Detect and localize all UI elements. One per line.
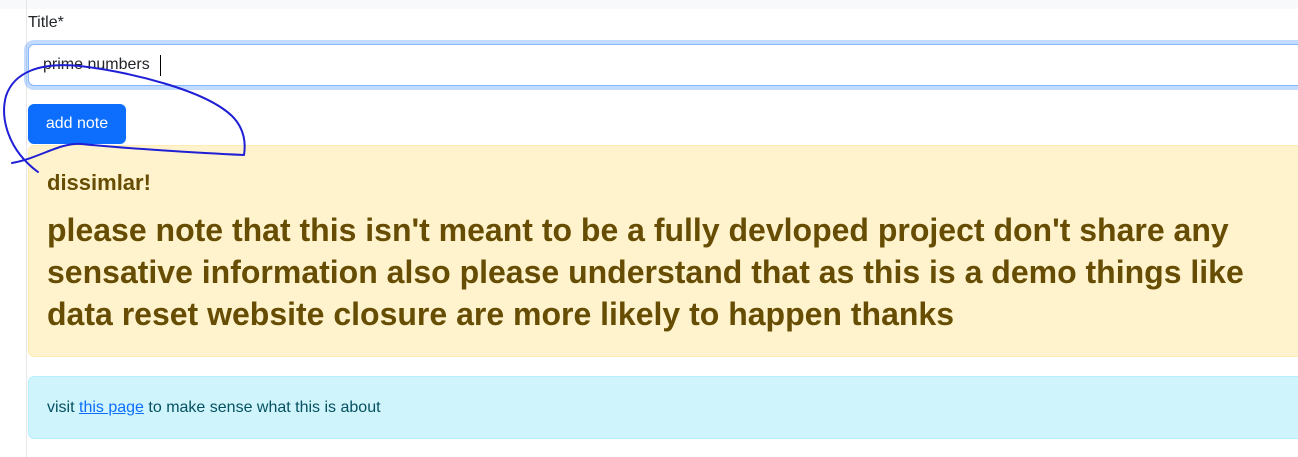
title-label: Title* [28,14,64,31]
page: Title* add note dissimlar! please note t… [0,0,1298,457]
disclaimer-message: please note that this isn't meant to be … [47,212,1244,332]
left-divider [26,0,27,457]
info-suffix: to make sense what this is about [148,399,381,416]
info-text: visit this page to make sense what this … [47,398,381,418]
title-input[interactable] [28,44,1298,86]
info-prefix: visit [47,399,75,416]
disclaimer-heading: dissimlar! [47,170,151,195]
add-note-button[interactable]: add note [28,104,126,144]
text-caret [160,55,161,76]
this-page-link[interactable]: this page [79,399,144,416]
info-alert: visit this page to make sense what this … [28,376,1298,439]
disclaimer-alert: dissimlar! please note that this isn't m… [28,145,1298,357]
top-strip [0,0,1298,9]
